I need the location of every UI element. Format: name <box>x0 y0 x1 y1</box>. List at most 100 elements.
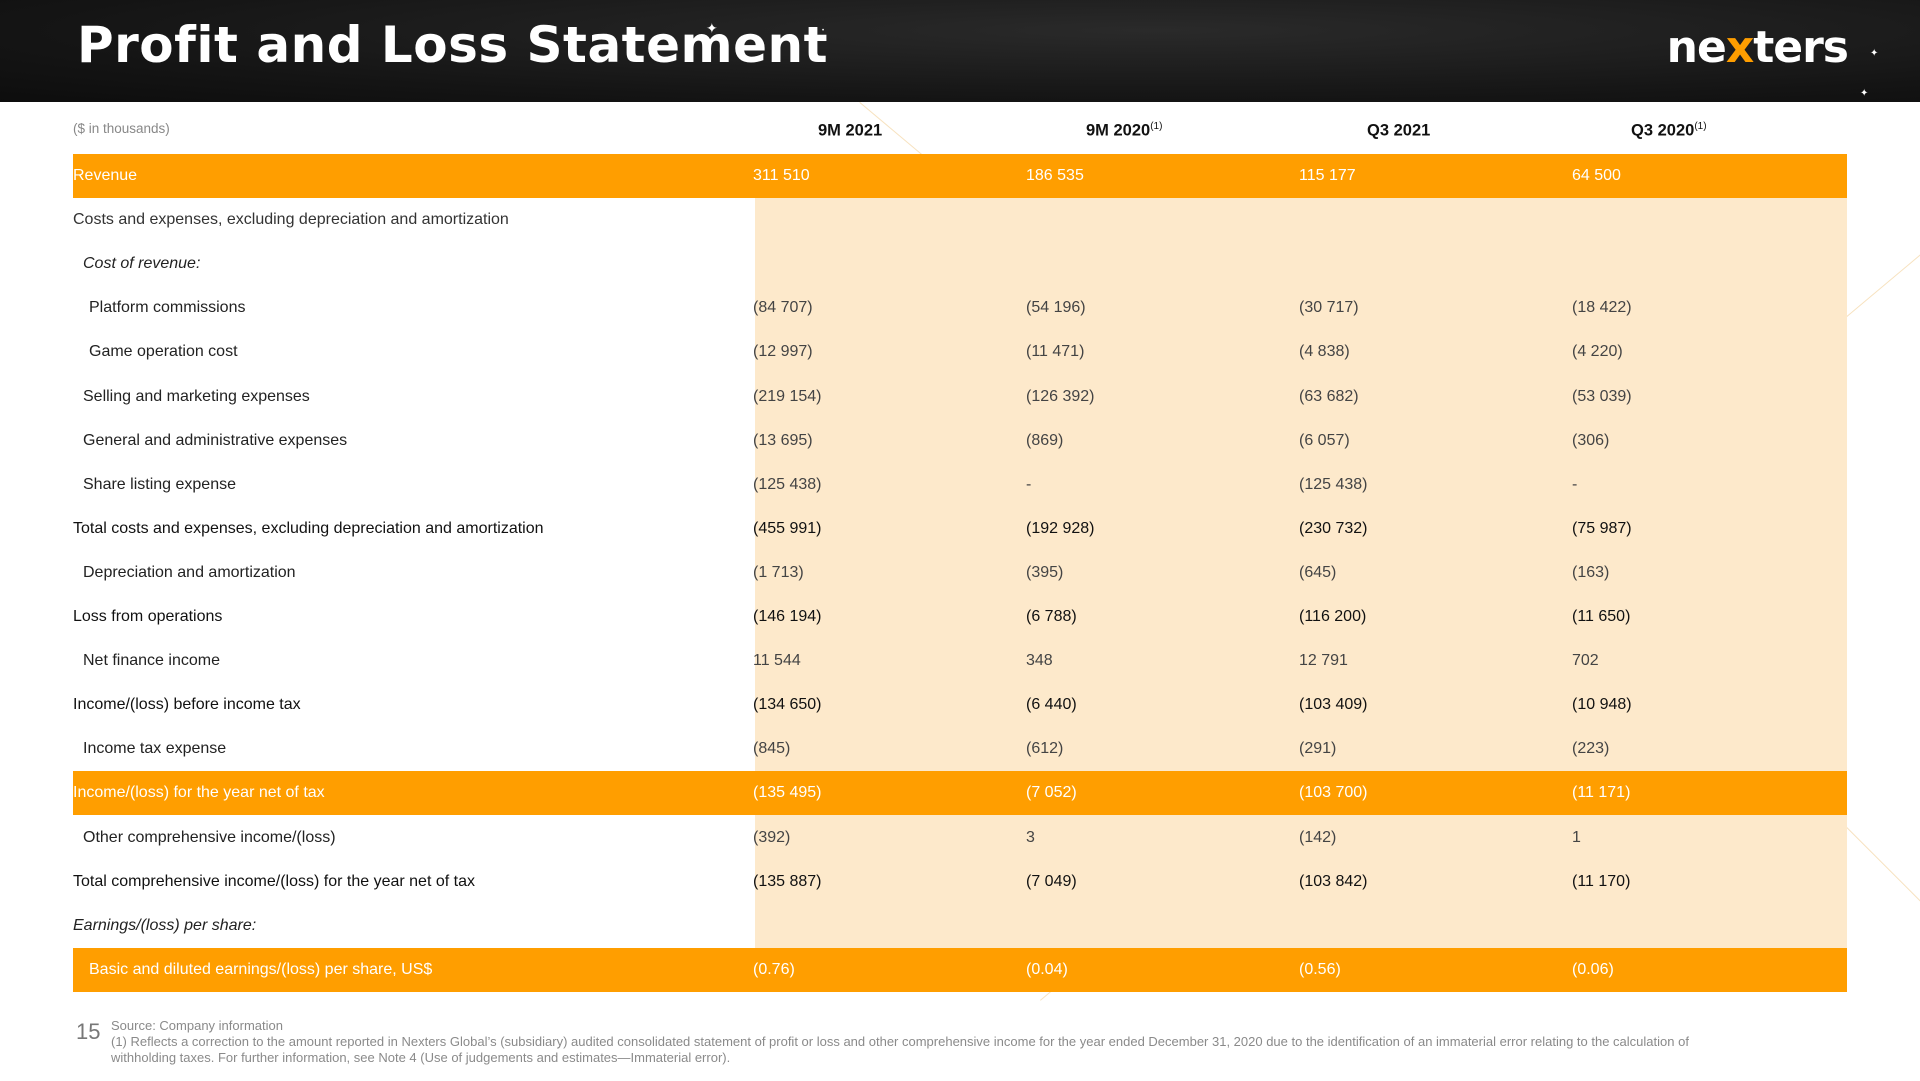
row-value: (612) <box>1026 740 1064 758</box>
units-label: ($ in thousands) <box>73 121 170 136</box>
row-value: (53 039) <box>1572 387 1632 405</box>
row-value: (126 392) <box>1026 387 1095 405</box>
row-label: General and administrative expenses <box>83 431 348 449</box>
row-value: 1 <box>1572 828 1581 846</box>
row-value: (103 700) <box>1299 784 1368 802</box>
row-label: Platform commissions <box>89 299 246 317</box>
row-value: (11 650) <box>1572 608 1631 625</box>
row-label: Total comprehensive income/(loss) for th… <box>73 872 475 890</box>
row-value: (11 171) <box>1572 784 1631 802</box>
row-value: (0.76) <box>753 960 795 978</box>
footnote-note: (1) Reflects a correction to the amount … <box>111 1034 1689 1065</box>
row-value: (54 196) <box>1026 299 1086 317</box>
row-value: (645) <box>1299 563 1337 581</box>
column-header-q3-2020: Q3 2020(1) <box>1631 121 1707 140</box>
row-value: 186 535 <box>1026 167 1084 184</box>
row-value: (1 713) <box>753 563 804 581</box>
table-row: Total comprehensive income/(loss) for th… <box>73 860 1847 904</box>
table-row: Total costs and expenses, excluding depr… <box>73 507 1847 551</box>
row-value: (75 987) <box>1572 519 1632 537</box>
row-label: Other comprehensive income/(loss) <box>83 828 336 846</box>
row-value: (103 409) <box>1299 696 1368 714</box>
row-value: (0.56) <box>1299 960 1341 978</box>
row-value: (18 422) <box>1572 299 1632 317</box>
page-number: 15 <box>76 1019 101 1044</box>
table-row: Other comprehensive income/(loss) (392) 3 (… <box>73 816 1847 860</box>
column-header-9m-2020: 9M 2020(1) <box>1086 121 1163 140</box>
nexters-logo: nexters <box>1666 22 1849 73</box>
table-row: Income/(loss) before income tax (134 650)… <box>73 683 1847 727</box>
table-row: Platform commissions (84 707) (54 196) (30 … <box>73 286 1847 330</box>
row-value: (0.04) <box>1026 960 1068 978</box>
row-value: (30 717) <box>1299 299 1359 317</box>
row-label: Costs and expenses, excluding depreciati… <box>73 211 509 229</box>
row-value: (192 928) <box>1026 519 1095 537</box>
row-value: (135 887) <box>753 872 822 890</box>
table-row: Income/(loss) for the year net of tax (13… <box>73 771 1847 816</box>
row-value: (11 170) <box>1572 872 1631 890</box>
row-label: Basic and diluted earnings/(loss) per sh… <box>89 960 433 978</box>
row-value: (306) <box>1572 431 1610 449</box>
table-row: Depreciation and amortization (1 713) (395… <box>73 551 1847 595</box>
row-value: - <box>1026 475 1032 493</box>
row-value: (6 057) <box>1299 431 1350 449</box>
row-value: (223) <box>1572 740 1610 758</box>
row-value: 348 <box>1026 652 1053 670</box>
row-label: Income tax expense <box>83 740 227 758</box>
row-value: (146 194) <box>753 608 822 625</box>
row-value: 702 <box>1572 652 1599 670</box>
row-value: (163) <box>1572 563 1610 581</box>
row-value: (845) <box>753 740 791 758</box>
table-row: Net finance income 11 544 348 12 791 702 <box>73 639 1847 683</box>
row-label: Income/(loss) for the year net of tax <box>73 784 325 802</box>
row-label: Game operation cost <box>89 343 238 361</box>
row-value: 64 500 <box>1572 167 1621 184</box>
row-value: 115 177 <box>1299 167 1356 184</box>
row-value: (135 495) <box>753 784 822 802</box>
row-label: Total costs and expenses, excluding depr… <box>73 519 544 537</box>
header-banner: ✦ • ✦ ✦ Profit and Loss Statement nexter… <box>0 0 1920 102</box>
table-row: Revenue 311 510 186 535 115 177 64 500 <box>73 154 1847 198</box>
row-label: Depreciation and amortization <box>83 563 296 581</box>
row-label: Selling and marketing expenses <box>83 387 310 405</box>
table-row: Loss from operations (146 194) (6 788) (116… <box>73 595 1847 639</box>
table-row: Basic and diluted earnings/(loss) per sh… <box>73 947 1847 992</box>
row-value: (230 732) <box>1299 519 1368 537</box>
row-value: (4 838) <box>1299 343 1350 361</box>
row-value: (84 707) <box>753 299 813 317</box>
row-label: Cost of revenue: <box>83 255 201 273</box>
footnote-source: Source: Company information <box>111 1018 283 1033</box>
table-row: Game operation cost (12 997) (11 471) (4 83… <box>73 330 1847 374</box>
row-value: (4 220) <box>1572 343 1623 361</box>
table-row: Share listing expense (125 438) - (125 438)… <box>73 463 1847 507</box>
row-value: 12 791 <box>1299 652 1348 670</box>
row-value: (63 682) <box>1299 387 1359 405</box>
table-row: General and administrative expenses (13 6… <box>73 419 1847 463</box>
row-value: (7 049) <box>1026 872 1077 890</box>
row-value: (11 471) <box>1026 343 1085 361</box>
star-decoration: ✦ <box>1870 48 1879 59</box>
table-row: Costs and expenses, excluding depreciati… <box>73 198 1847 242</box>
row-value: (219 154) <box>753 387 822 405</box>
row-value: (6 788) <box>1026 608 1077 625</box>
row-value: 311 510 <box>753 167 810 184</box>
row-value: (116 200) <box>1299 608 1367 625</box>
row-value: (13 695) <box>753 431 813 449</box>
row-label: Loss from operations <box>73 608 223 625</box>
row-label: Share listing expense <box>83 475 236 493</box>
table-row: Selling and marketing expenses (219 154) (… <box>73 375 1847 419</box>
row-value: (103 842) <box>1299 872 1368 890</box>
row-value: (125 438) <box>753 475 822 493</box>
page-title: Profit and Loss Statement <box>77 16 829 74</box>
row-value: (10 948) <box>1572 696 1632 714</box>
row-label: Net finance income <box>83 652 220 670</box>
row-value: (395) <box>1026 563 1064 581</box>
decorative-line <box>1839 820 1920 920</box>
row-value: 11 544 <box>753 652 801 670</box>
row-value: (134 650) <box>753 696 822 714</box>
row-label: Earnings/(loss) per share: <box>73 916 257 934</box>
table-row: Cost of revenue: <box>73 242 1847 286</box>
row-label: Revenue <box>73 167 138 184</box>
row-value: - <box>1572 475 1578 493</box>
footnote: Source: Company information (1) Reflects… <box>111 1018 1691 1066</box>
